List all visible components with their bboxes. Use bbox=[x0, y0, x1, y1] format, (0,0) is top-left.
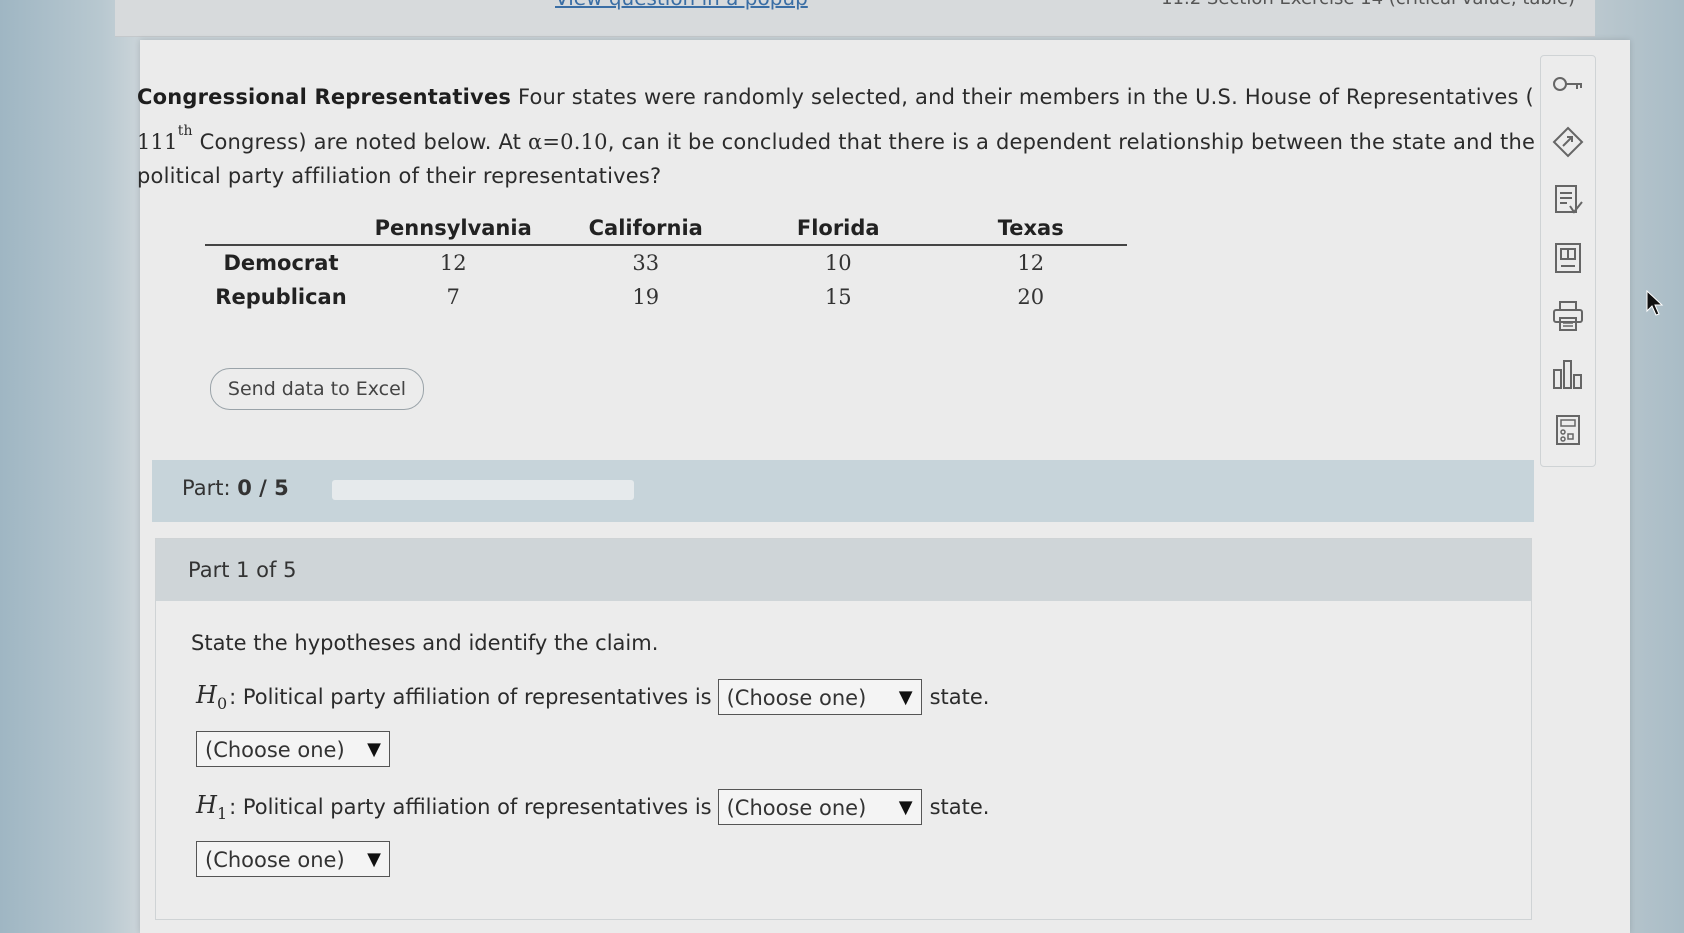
side-toolbar bbox=[1540, 55, 1596, 467]
dropdown-arrow-icon: ▼ bbox=[898, 687, 913, 708]
h0-text: : Political party affiliation of represe… bbox=[229, 685, 712, 709]
column-header: California bbox=[549, 212, 742, 246]
table-cell: 19 bbox=[632, 285, 660, 309]
dropdown-arrow-icon: ▼ bbox=[367, 739, 381, 760]
h0-symbol: H0 bbox=[196, 681, 227, 713]
column-header: Florida bbox=[741, 212, 935, 246]
h0-claim-value: (Choose one) bbox=[205, 738, 345, 762]
h0-var: H bbox=[196, 681, 217, 710]
progress-track bbox=[332, 480, 634, 500]
h0-claim-line: (Choose one) ▼ bbox=[196, 731, 390, 767]
part-progress-bar: Part: 0 / 5 bbox=[152, 460, 1534, 522]
h1-claim-line: (Choose one) ▼ bbox=[196, 841, 390, 877]
part-label-text: Part: bbox=[182, 476, 231, 500]
table-cell: 12 bbox=[1017, 251, 1045, 275]
row-label: Republican bbox=[215, 285, 347, 309]
h0-relationship-select[interactable]: (Choose one) ▼ bbox=[717, 679, 922, 715]
table-row: Republican 7 19 15 20 bbox=[205, 280, 1127, 314]
dropdown-arrow-icon: ▼ bbox=[367, 849, 381, 870]
top-strip: View question in a popup 11.2 Section Ex… bbox=[115, 0, 1595, 37]
instruction-text: State the hypotheses and identify the cl… bbox=[191, 631, 659, 655]
notes-icon[interactable] bbox=[1550, 182, 1586, 218]
table-cell: 33 bbox=[632, 251, 660, 275]
question-text: Congressional Representatives Four state… bbox=[137, 80, 1537, 193]
h1-suffix: state. bbox=[929, 795, 990, 819]
h0-claim-select[interactable]: (Choose one) ▼ bbox=[196, 731, 390, 767]
h1-select-value: (Choose one) bbox=[726, 796, 867, 820]
table-cell: 12 bbox=[439, 251, 467, 275]
part-progress-value: 0 / 5 bbox=[237, 476, 289, 500]
question-text-1: Four states were randomly selected, and … bbox=[511, 85, 1534, 109]
h1-sub: 1 bbox=[216, 803, 228, 823]
send-to-excel-button[interactable]: Send data to Excel bbox=[210, 368, 424, 410]
exercise-title: 11.2 Section Exercise 14 (critical value… bbox=[1161, 0, 1575, 9]
table-header-row: Pennsylvania California Florida Texas bbox=[205, 212, 1127, 246]
h1-claim-select[interactable]: (Choose one) ▼ bbox=[196, 841, 390, 877]
tag-icon[interactable] bbox=[1550, 124, 1586, 160]
h0-suffix: state. bbox=[929, 685, 990, 709]
congress-ordinal: th bbox=[177, 123, 193, 139]
book-icon[interactable] bbox=[1550, 240, 1586, 276]
h0-select-value: (Choose one) bbox=[726, 686, 867, 710]
chart-icon[interactable] bbox=[1550, 356, 1586, 392]
row-label: Democrat bbox=[223, 251, 339, 275]
h1-text: : Political party affiliation of represe… bbox=[229, 795, 712, 819]
h0-line: H0 : Political party affiliation of repr… bbox=[196, 679, 989, 715]
part-header: Part 1 of 5 bbox=[156, 539, 1531, 601]
h1-var: H bbox=[196, 791, 217, 820]
table-cell: 7 bbox=[446, 285, 460, 309]
key-icon[interactable] bbox=[1550, 66, 1586, 102]
mouse-cursor-icon bbox=[1646, 289, 1664, 320]
dropdown-arrow-icon: ▼ bbox=[898, 797, 913, 818]
question-text-2: Congress) are noted below. At bbox=[192, 130, 528, 154]
table-row: Democrat 12 33 10 12 bbox=[205, 245, 1127, 280]
congress-number: 111 bbox=[137, 130, 178, 154]
calculator-icon[interactable] bbox=[1550, 412, 1586, 448]
print-icon[interactable] bbox=[1550, 298, 1586, 334]
table-cell: 10 bbox=[824, 251, 852, 275]
table-corner bbox=[205, 212, 357, 246]
popup-link[interactable]: View question in a popup bbox=[555, 0, 808, 10]
h1-symbol: H1 bbox=[196, 791, 227, 823]
alpha-expression: α=0.10 bbox=[528, 130, 608, 154]
column-header: Texas bbox=[934, 212, 1127, 246]
data-table: Pennsylvania California Florida Texas De… bbox=[205, 212, 1127, 314]
question-title: Congressional Representatives bbox=[137, 85, 512, 109]
h0-sub: 0 bbox=[216, 693, 228, 713]
h1-relationship-select[interactable]: (Choose one) ▼ bbox=[717, 789, 922, 825]
h1-claim-value: (Choose one) bbox=[205, 848, 345, 872]
table-cell: 15 bbox=[824, 285, 852, 309]
table-cell: 20 bbox=[1017, 285, 1045, 309]
column-header: Pennsylvania bbox=[356, 212, 550, 246]
part-progress-label: Part: 0 / 5 bbox=[182, 476, 289, 500]
part-panel: Part 1 of 5 State the hypotheses and ide… bbox=[155, 538, 1532, 920]
h1-line: H1 : Political party affiliation of repr… bbox=[196, 789, 989, 825]
